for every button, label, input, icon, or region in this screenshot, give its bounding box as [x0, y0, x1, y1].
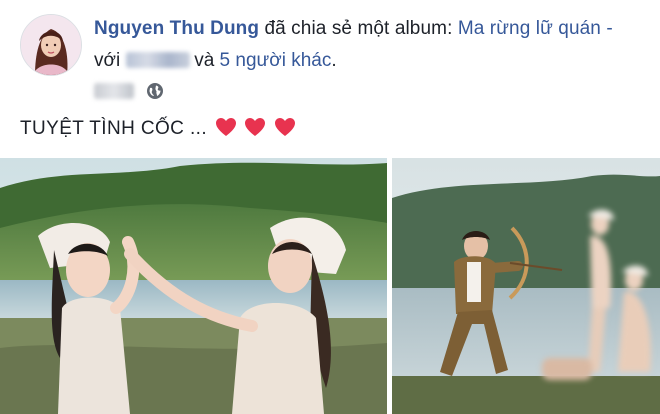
globe-icon[interactable] [146, 82, 164, 100]
album-title-link[interactable]: Ma rừng lữ quán - [458, 18, 613, 39]
heart-icon [245, 118, 266, 136]
post-status-text: TUYỆT TÌNH CỐC ... [20, 117, 296, 140]
heart-icon [215, 118, 236, 136]
share-action-text: đã chia sẻ một album: [259, 18, 458, 39]
author-name-link[interactable]: Nguyen Thu Dung [94, 18, 259, 39]
blurred-timestamp[interactable] [94, 83, 134, 99]
tagged-line: với và 5 người khác. [94, 50, 337, 72]
trailing-period: . [331, 50, 337, 71]
album-photo-1[interactable] [0, 158, 387, 414]
others-link[interactable]: 5 người khác [220, 50, 332, 71]
album-photo-2[interactable] [392, 158, 660, 414]
status-text: TUYỆT TÌNH CỐC ... [20, 118, 208, 139]
blurred-tagged-name[interactable] [126, 52, 191, 68]
author-avatar[interactable] [20, 14, 82, 76]
heart-icon [275, 118, 296, 136]
post-header: Nguyen Thu Dung đã chia sẻ một album: Ma… [0, 0, 660, 150]
with-text: với [94, 50, 121, 71]
and-text: và [194, 50, 220, 71]
share-headline: Nguyen Thu Dung đã chia sẻ một album: Ma… [94, 18, 613, 40]
